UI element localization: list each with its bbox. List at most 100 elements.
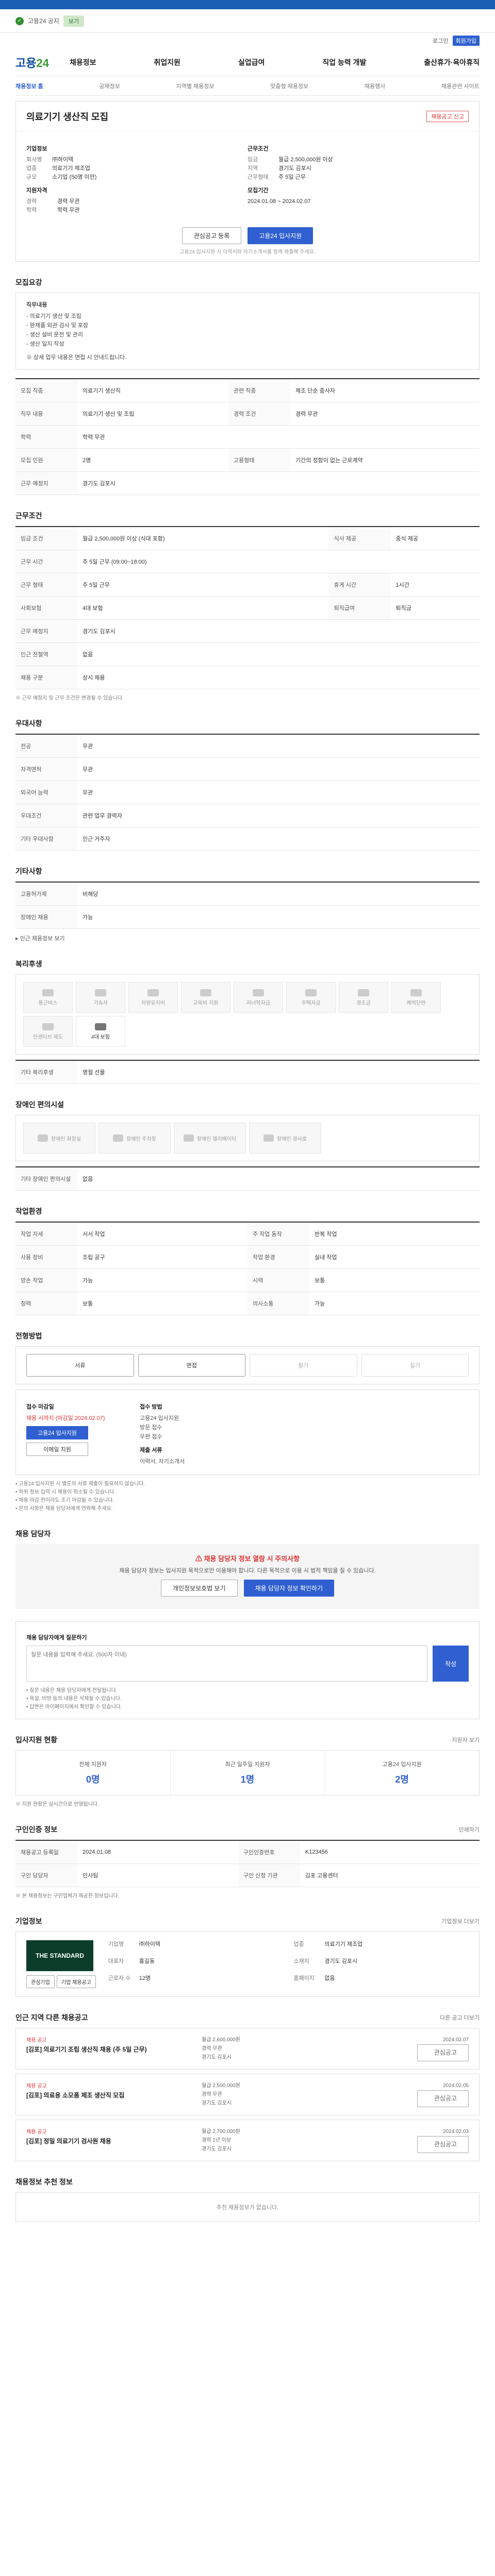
row-label: 근무 예정지 [15, 619, 77, 643]
job-title[interactable]: [김포] 정밀 의료기기 검사원 채용 [26, 2137, 202, 2146]
welfare-item: 주택자금 [286, 982, 336, 1013]
lnb-item[interactable]: 맞춤형 채용정보 [270, 82, 308, 90]
table-row: 학력 학력 무관 [15, 425, 480, 449]
job-title[interactable]: [김포] 의료용 소모품 제조 생산직 모집 [26, 2091, 202, 2100]
table-row: 인근 전철역 없음 [15, 642, 480, 666]
table-row: 고용허가제 비해당 [15, 882, 480, 906]
table-row: 근무 예정지 경기도 김포시 [15, 471, 480, 495]
gnb-item[interactable]: 출산휴가·육아휴직 [424, 57, 480, 67]
kv-key: 근무형태 [248, 174, 269, 180]
global-nav: 고용24 채용정보 취업지원 실업급여 직업 능력 개발 출산휴가·육아휴직 [15, 48, 480, 76]
company-jobs-button[interactable]: 기업 채용공고 [56, 1975, 96, 1988]
welfare-label: 경조금 [356, 1000, 371, 1006]
gnb-item[interactable]: 취업지원 [154, 57, 180, 67]
save-job-button[interactable]: 관심공고 등록 [182, 227, 242, 244]
row-value: 경력 무관 [290, 402, 480, 426]
kv-value: ㈜하이텍 [52, 157, 74, 163]
notice-button[interactable]: 보기 [63, 15, 85, 27]
site-logo[interactable]: 고용24 [15, 54, 49, 71]
disability-item: 장애인 주차장 [98, 1123, 171, 1154]
related-job[interactable]: 채용 공고 [김포] 의료용 소모품 제조 생산직 모집 월급 2,500,000원… [15, 2074, 480, 2115]
apply-button-2[interactable]: 고용24 입사지원 [26, 1426, 88, 1439]
inquiry-send-button[interactable]: 작성 [433, 1646, 469, 1682]
lnb-item[interactable]: 공채정보 [99, 82, 120, 90]
more-link[interactable]: 다른 공고 더보기 [440, 2013, 480, 2022]
welfare-icon [253, 989, 264, 996]
row-value: 가능 [309, 1292, 480, 1315]
row-value: 중식 제공 [390, 527, 480, 550]
welfare-item: 기숙사 [76, 982, 125, 1013]
row-value: 가능 [77, 905, 480, 929]
disability-label: 장애인 주차장 [126, 1136, 156, 1142]
row-value: 가능 [77, 1268, 248, 1292]
more-link[interactable]: 기업정보 더보기 [441, 1917, 480, 1925]
row-label: 근무 예정지 [15, 471, 77, 495]
welfare-item: 경조금 [339, 982, 388, 1013]
row-label: 근무 시간 [15, 550, 77, 573]
row-value: 의료기기 생산 및 조립 [77, 402, 228, 426]
kv-key: 소재지 [293, 1958, 309, 1964]
row-label: 청력 [15, 1292, 77, 1315]
related-job[interactable]: 채용 공고 [김포] 정밀 의료기기 검사원 채용 월급 2,700,000원 경력 … [15, 2120, 480, 2161]
signup-link[interactable]: 회원가입 [452, 36, 480, 46]
section-title: 입사지원 현황 [15, 1736, 58, 1744]
row-value: 4대 보험 [77, 596, 329, 620]
logo-main: 고용 [15, 56, 37, 70]
gnb-item[interactable]: 실업급여 [238, 57, 265, 67]
job-meta: 월급 2,700,000원 경력 1년 이상 경기도 김포시 [202, 2127, 417, 2154]
welfare-icon [95, 1023, 106, 1030]
notice-bar: ✓ 고용24 공지 보기 [0, 9, 495, 33]
apply-button[interactable]: 고용24 입사지원 [248, 227, 314, 244]
lnb-item[interactable]: 지역별 채용정보 [176, 82, 214, 90]
job-meta: 월급 2,600,000원 경력 무관 경기도 김포시 [202, 2036, 417, 2062]
disability-item: 장애인 화장실 [23, 1123, 95, 1154]
gnb-item[interactable]: 채용정보 [70, 57, 96, 67]
stat-value: 2명 [395, 1774, 409, 1785]
logo-sub: 24 [36, 56, 49, 70]
lnb-item[interactable]: 채용행사 [365, 82, 385, 90]
print-link[interactable]: 인쇄하기 [459, 1825, 480, 1834]
duty-box: 직무내용 - 의료기기 생산 및 조립 - 완제품 외관 검사 및 포장 - 생… [15, 293, 480, 370]
row-label: 양손 작업 [15, 1268, 77, 1292]
welfare-item: 자녀학자금 [234, 982, 283, 1013]
login-link[interactable]: 로그인 [433, 37, 448, 45]
save-job-button[interactable]: 관심공고 [417, 2136, 469, 2153]
row-label: 채용 구분 [15, 666, 77, 689]
kv-value: 경력 무관 [57, 198, 80, 205]
nearby-link[interactable]: ▸ 인근 채용정보 보기 [15, 934, 480, 943]
welfare-item: 차량유지비 [128, 982, 178, 1013]
docs-value: 이력서, 자기소개서 [140, 1459, 185, 1465]
related-job[interactable]: 채용 공고 [김포] 의료기기 조립 생산직 채용 (주 5일 근무) 월급 2,6… [15, 2028, 480, 2070]
lnb-item[interactable]: 채용관련 사이트 [441, 82, 480, 90]
job-title[interactable]: [김포] 의료기기 조립 생산직 채용 (주 5일 근무) [26, 2045, 202, 2054]
company-logo: THE STANDARD [26, 1940, 93, 1971]
row-label: 작업 환경 [248, 1245, 309, 1269]
gnb-item[interactable]: 직업 능력 개발 [322, 57, 366, 67]
lnb-item[interactable]: 채용정보 홈 [15, 82, 43, 90]
row-label: 사회보험 [15, 596, 77, 620]
disability-icon [263, 1134, 274, 1142]
row-label: 작업 자세 [15, 1222, 77, 1246]
save-job-button[interactable]: 관심공고 [417, 2090, 469, 2107]
job-meta-item: 경력 무관 [202, 2046, 222, 2052]
row-label: 직무 내용 [15, 402, 77, 426]
privacy-law-button[interactable]: 개인정보보호법 보기 [160, 1580, 238, 1597]
row-value: 인사팀 [77, 1863, 238, 1887]
kv-key: 홈페이지 [293, 1975, 315, 1981]
job-tag: 채용 공고 [26, 2083, 47, 2089]
work-table: 임금 조건 월급 2,500,000원 이상 (식대 포함) 식사 제공 중식 제공 근… [15, 526, 480, 689]
inquiry-input[interactable] [26, 1646, 427, 1682]
view-contact-button[interactable]: 채용 담당자 정보 확인하기 [243, 1580, 335, 1597]
more-link[interactable]: 지원자 보기 [452, 1736, 480, 1744]
job-meta-item: 경력 무관 [202, 2092, 222, 2097]
save-job-button[interactable]: 관심공고 [417, 2044, 469, 2061]
report-button[interactable]: 채용공고 신고 [426, 111, 469, 122]
email-apply-button[interactable]: 이메일 지원 [26, 1443, 88, 1456]
welfare-icon [358, 989, 369, 996]
work-footnote: ※ 근무 예정지 및 근무 조건은 변경될 수 있습니다. [15, 696, 124, 701]
qual-table: 전공 무관 자격면허 무관 외국어 능력 무관 우대조건 관련 업무 경력자 기타 우대사항 인근… [15, 734, 480, 851]
kv-value: 월급 2,500,000원 이상 [278, 157, 333, 163]
etc-table: 고용허가제 비해당 장애인 채용 가능 [15, 882, 480, 929]
row-value: 기간의 정함이 없는 근로계약 [290, 448, 480, 472]
fav-company-button[interactable]: 관심기업 [26, 1975, 55, 1988]
